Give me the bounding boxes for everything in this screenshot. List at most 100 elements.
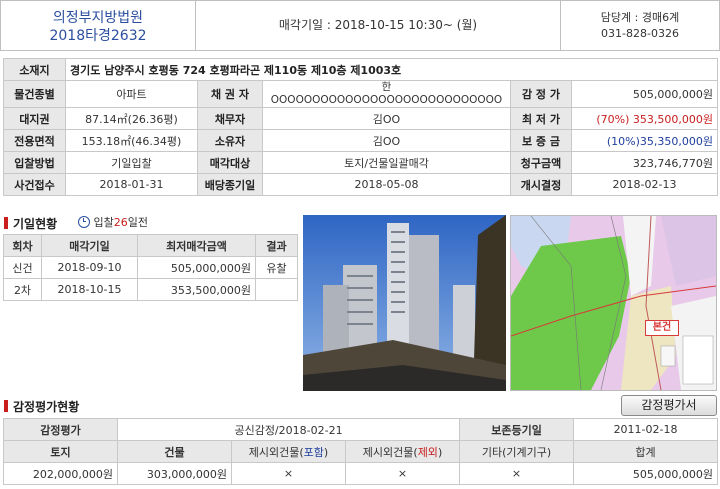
table-row: 소재지 경기도 남양주시 호평동 724 호평파라곤 제110동 제10층 제1… [3, 58, 719, 81]
court-name: 의정부지방법원 [52, 10, 144, 26]
col-extra-excluded-word: 제외 [417, 445, 438, 459]
date-cell: 2018-10-15 [41, 278, 138, 301]
debtor-value: 김OO [262, 107, 511, 130]
appraisal-org-value: 공신감정/2018-02-21 [116, 418, 461, 441]
phone: 031-828-0326 [601, 27, 679, 40]
sale-target-value: 토지/건물일괄매각 [262, 151, 511, 174]
creditor-value: 한 OOOOOOOOOOOOOOOOOOOOOOOOOOOO [262, 80, 511, 108]
col-extra-prefix: 제시외건물( [362, 445, 418, 459]
creditor-label: 채 권 자 [197, 80, 263, 108]
round-cell: 2차 [3, 278, 42, 301]
cadastral-map-image [511, 216, 716, 390]
receipt-label: 사건접수 [3, 173, 66, 196]
distribution-value: 2018-05-08 [262, 173, 511, 196]
table-row: 감정평가 공신감정/2018-02-21 보존등기일 2011-02-18 [3, 418, 719, 441]
col-sale-date: 매각기일 [41, 234, 138, 257]
manager-cell: 담당계 : 경매6계 031-828-0326 [561, 1, 719, 50]
sale-date: 매각기일 : 2018-10-15 10:30~ (월) [278, 18, 478, 32]
col-extra-included: 제시외건물(포함) [231, 440, 346, 463]
extra-included-amount: × [231, 462, 346, 485]
countdown-suffix: 일전 [127, 216, 148, 229]
distribution-label: 배당종기일 [197, 173, 263, 196]
result-cell [255, 278, 298, 301]
price-cell: 353,500,000원 [137, 278, 256, 301]
manager: 담당계 : 경매6계 [600, 11, 680, 24]
appraisal-org-label: 감정평가 [3, 418, 118, 441]
preserve-date-value: 2011-02-18 [573, 418, 719, 441]
appraisal-value: 505,000,000원 [570, 80, 719, 108]
appraisal-header: 감정평가현황 [4, 398, 79, 415]
section-marker [4, 217, 8, 229]
type-label: 물건종별 [3, 80, 66, 108]
min-price-label: 최 저 가 [510, 107, 572, 130]
location-value: 경기도 남양주시 호평동 724 호평파라곤 제110동 제10층 제1003호 [64, 58, 719, 81]
col-extra-excluded: 제시외건물(제외) [344, 440, 461, 463]
total-amount: 505,000,000원 [573, 462, 719, 485]
open-decision-label: 개시결정 [510, 173, 572, 196]
table-row: 전용면적 153.18㎡(46.34평) 소유자 김OO 보 증 금 (10%)… [3, 129, 719, 152]
date-cell: 2018-09-10 [41, 256, 138, 279]
appraisal-title: 감정평가현황 [13, 400, 80, 414]
creditor-line1: 한 [381, 81, 392, 94]
receipt-value: 2018-01-31 [65, 173, 198, 196]
col-extra-suffix: ) [437, 445, 443, 459]
creditor-line2: OOOOOOOOOOOOOOOOOOOOOOOOOOOO [270, 94, 503, 106]
claim-value: 323,746,770원 [570, 151, 719, 174]
appraisal-table: 감정평가 공신감정/2018-02-21 보존등기일 2011-02-18 토지… [3, 418, 719, 485]
table-row: 신건 2018-09-10 505,000,000원 유찰 [3, 256, 298, 279]
schedule-table: 회차 매각기일 최저매각금액 결과 신건 2018-09-10 505,000,… [3, 234, 298, 301]
apartment-photo-image [303, 215, 506, 391]
area-label: 전용면적 [3, 129, 66, 152]
table-row: 입찰방법 기일입찰 매각대상 토지/건물일괄매각 청구금액 323,746,77… [3, 151, 719, 174]
col-result: 결과 [255, 234, 298, 257]
open-decision-value: 2018-02-13 [570, 173, 719, 196]
land-value: 87.14㎡(26.36평) [65, 107, 198, 130]
property-info-table: 소재지 경기도 남양주시 호평동 724 호평파라곤 제110동 제10층 제1… [3, 58, 719, 196]
table-header-row: 토지 건물 제시외건물(포함) 제시외건물(제외) 기타(기계기구) 합계 [3, 440, 719, 463]
schedule-header: 기일현황 [4, 215, 57, 232]
result-cell: 유찰 [255, 256, 298, 279]
countdown-prefix: 입찰 [93, 216, 114, 229]
appraisal-report-button[interactable]: 감정평가서 [621, 395, 717, 416]
location-map[interactable]: 본건 [510, 215, 717, 391]
table-header-row: 회차 매각기일 최저매각금액 결과 [3, 234, 298, 257]
land-amount: 202,000,000원 [3, 462, 118, 485]
schedule-title: 기일현황 [13, 217, 58, 231]
sale-target-label: 매각대상 [197, 151, 263, 174]
property-photo[interactable] [303, 215, 506, 391]
table-row: 2차 2018-10-15 353,500,000원 [3, 278, 298, 301]
preserve-date-label: 보존등기일 [459, 418, 575, 441]
col-extra-prefix: 제시외건물( [248, 445, 304, 459]
building-amount: 303,000,000원 [117, 462, 232, 485]
appraisal-label: 감 정 가 [510, 80, 572, 108]
clock-icon [78, 216, 90, 228]
bid-countdown: 입찰26일전 [78, 214, 148, 230]
case-header: 의정부지방법원 2018타경2632 매각기일 : 2018-10-15 10:… [0, 0, 720, 51]
min-price-amount: 353,500,000원 [632, 112, 714, 126]
round-cell: 신건 [3, 256, 42, 279]
col-min-price: 최저매각금액 [137, 234, 256, 257]
col-total: 합계 [573, 440, 719, 463]
col-building: 건물 [117, 440, 232, 463]
bid-method-label: 입찰방법 [3, 151, 66, 174]
debtor-label: 채무자 [197, 107, 263, 130]
min-price-pct: (70%) [596, 112, 630, 126]
owner-label: 소유자 [197, 129, 263, 152]
land-label: 대지권 [3, 107, 66, 130]
col-land: 토지 [3, 440, 118, 463]
countdown-days: 26 [113, 216, 128, 229]
etc-amount: × [459, 462, 575, 485]
col-etc: 기타(기계기구) [459, 440, 575, 463]
sale-date-cell: 매각기일 : 2018-10-15 10:30~ (월) [196, 1, 561, 50]
table-row: 사건접수 2018-01-31 배당종기일 2018-05-08 개시결정 20… [3, 173, 719, 196]
deposit-label: 보 증 금 [510, 129, 572, 152]
min-price-value: (70%) 353,500,000원 [570, 107, 719, 130]
type-value: 아파트 [65, 80, 198, 108]
col-extra-suffix: ) [323, 445, 329, 459]
deposit-value: (10%)35,350,000원 [570, 129, 719, 152]
table-row: 물건종별 아파트 채 권 자 한 OOOOOOOOOOOOOOOOOOOOOOO… [3, 80, 719, 108]
col-extra-included-word: 포함 [303, 445, 324, 459]
case-id-cell: 의정부지방법원 2018타경2632 [1, 1, 196, 50]
extra-excluded-amount: × [344, 462, 461, 485]
case-number: 2018타경2632 [49, 28, 147, 44]
